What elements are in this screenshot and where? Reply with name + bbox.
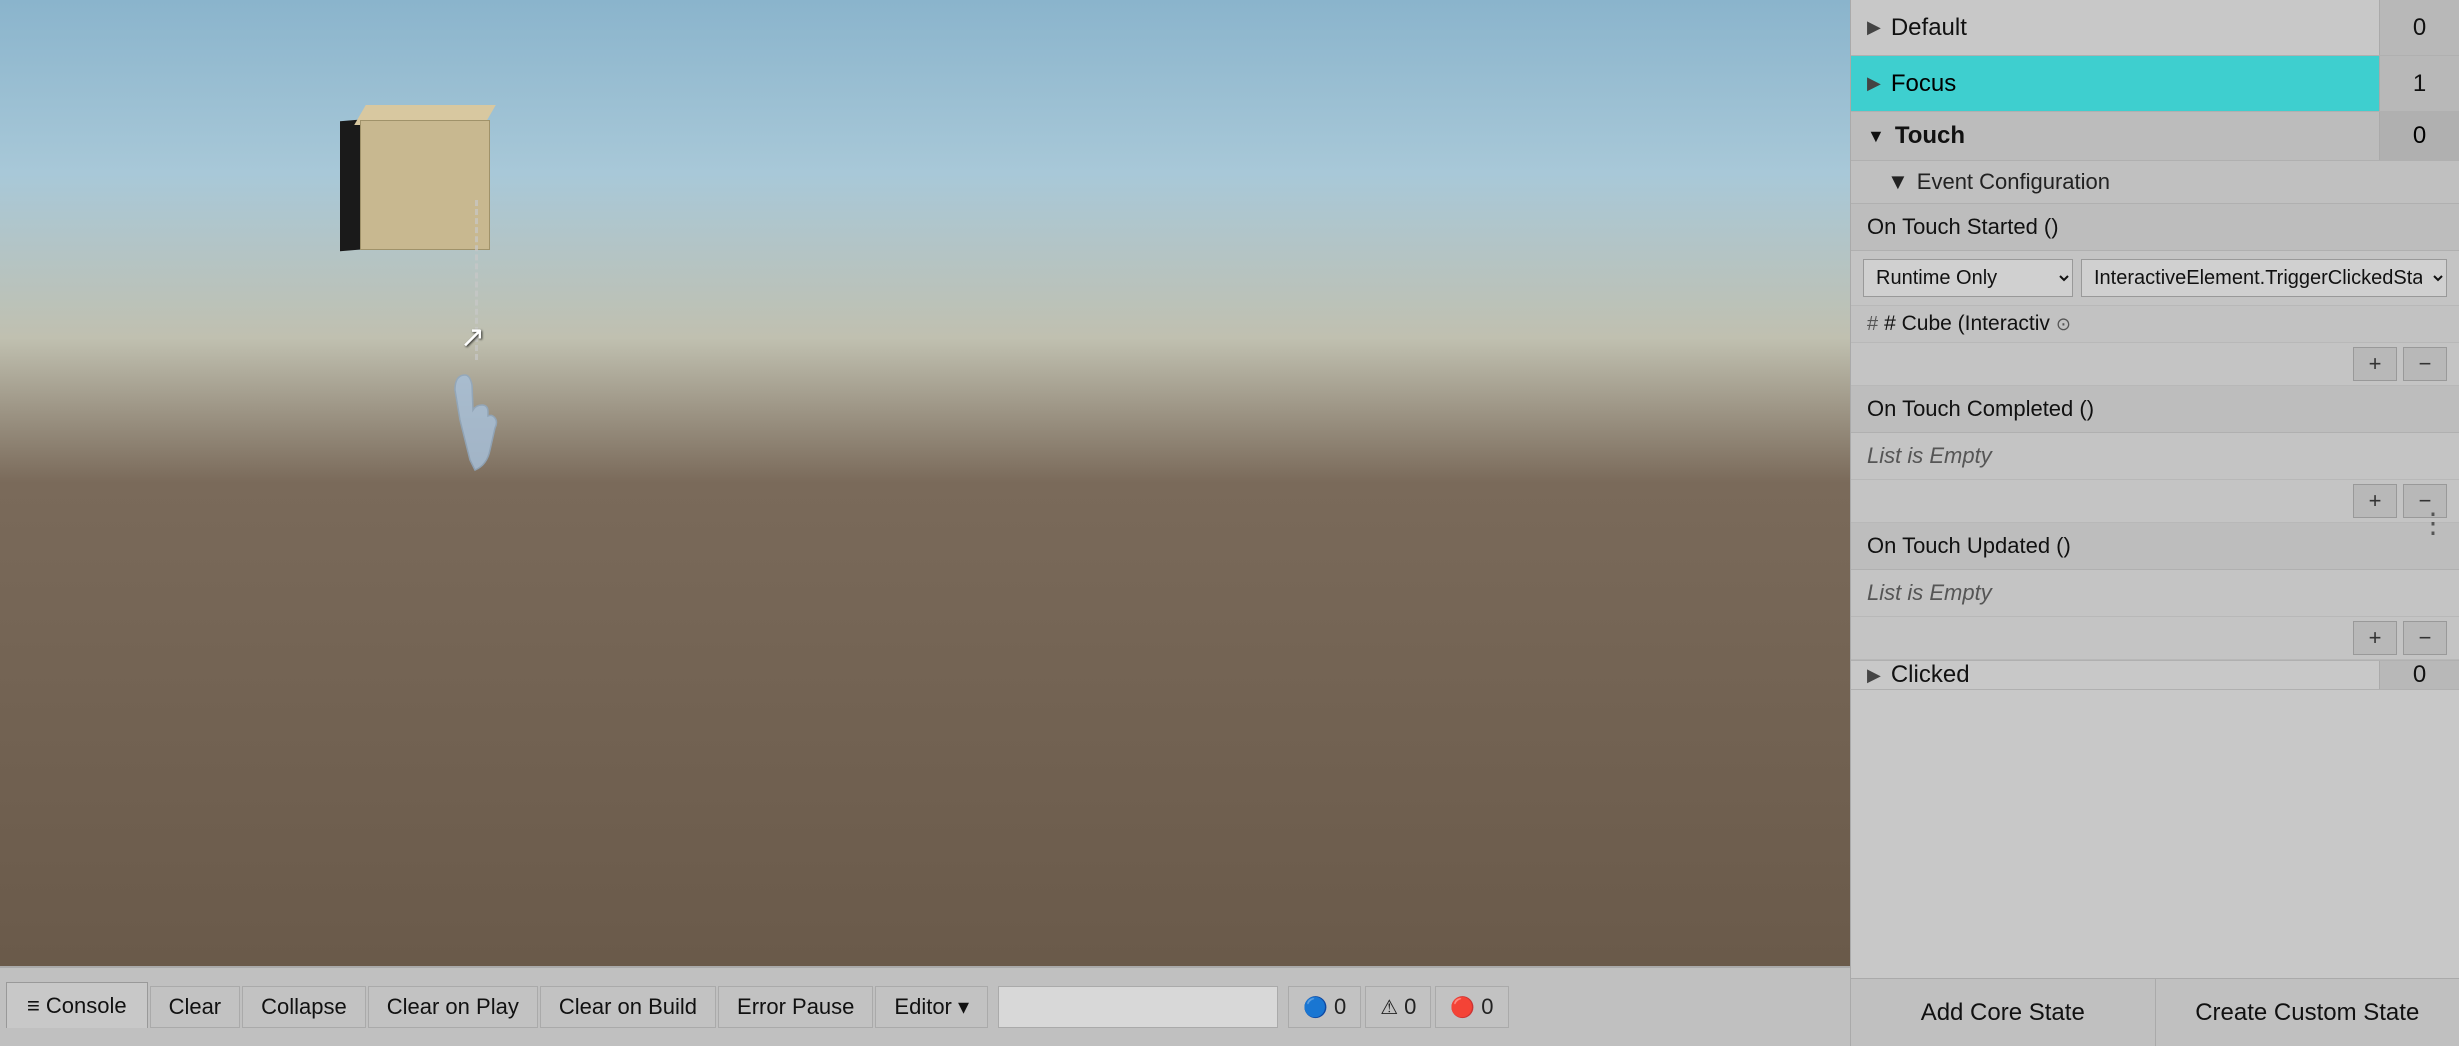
- on-touch-started-block: On Touch Started () Runtime Only Off Edi…: [1851, 204, 2459, 386]
- focus-state-value: 1: [2379, 56, 2459, 111]
- touch-value: 0: [2379, 112, 2459, 160]
- default-state-value: 0: [2379, 0, 2459, 55]
- info-badge[interactable]: 🔵 0: [1288, 986, 1361, 1028]
- clear-on-play-button[interactable]: Clear on Play: [368, 986, 538, 1028]
- console-badges: 🔵 0 ⚠ 0 🔴 0: [1288, 986, 1509, 1028]
- warn-badge[interactable]: ⚠ 0: [1365, 986, 1431, 1028]
- on-touch-updated-block: On Touch Updated () List is Empty + −: [1851, 523, 2459, 660]
- cursor-arrow: ↗: [460, 320, 485, 355]
- object-ref-label: # Cube (Interactiv: [1884, 312, 2050, 336]
- collapse-button[interactable]: Collapse: [242, 986, 366, 1028]
- on-touch-completed-empty: List is Empty: [1851, 433, 2459, 479]
- focus-triangle-icon: ▶: [1867, 73, 1881, 94]
- touch-header-row: ▼ Touch 0: [1851, 112, 2459, 161]
- console-toolbar: ≡ Console Clear Collapse Clear on Play C…: [0, 968, 1850, 1046]
- on-touch-updated-add-remove: + −: [1851, 616, 2459, 659]
- clicked-state-row: ▶ Clicked 0: [1851, 661, 2459, 690]
- touch-section: ▼ Touch 0 ▼ Event Configuration On Touch…: [1851, 112, 2459, 661]
- create-custom-state-label: Create Custom State: [2195, 999, 2419, 1027]
- clicked-state-value: 0: [2379, 661, 2459, 689]
- touch-label: Touch: [1895, 122, 1965, 150]
- default-triangle-icon: ▶: [1867, 17, 1881, 38]
- clicked-triangle-icon: ▶: [1867, 665, 1881, 686]
- runtime-only-select[interactable]: Runtime Only Off Editor and Runtime: [1863, 259, 2073, 297]
- add-core-state-label: Add Core State: [1921, 999, 2085, 1027]
- cube-face-front: [360, 120, 490, 250]
- inspector-content: ▶ Default 0 ▶ Focus 1 ▼ Touch: [1851, 0, 2459, 978]
- add-completed-button[interactable]: +: [2353, 484, 2397, 518]
- add-updated-button[interactable]: +: [2353, 621, 2397, 655]
- focus-state-label: Focus: [1891, 70, 1956, 98]
- console-area: ≡ Console Clear Collapse Clear on Play C…: [0, 966, 1850, 1046]
- event-config-label: Event Configuration: [1917, 169, 2110, 195]
- create-custom-state-button[interactable]: Create Custom State: [2156, 979, 2459, 1046]
- main-area: ↗ ≡ Console Clear Collapse: [0, 0, 2459, 1046]
- add-entry-button[interactable]: +: [2353, 347, 2397, 381]
- console-search-input[interactable]: [998, 986, 1278, 1028]
- function-select[interactable]: InteractiveElement.TriggerClickedState: [2081, 259, 2447, 297]
- editor-dropdown-button[interactable]: Editor ▾: [875, 986, 988, 1028]
- ref-hash-icon: #: [1867, 313, 1878, 336]
- default-state-label: Default: [1891, 14, 1967, 42]
- console-menu-button[interactable]: ⋮: [2419, 507, 2447, 540]
- clear-button[interactable]: Clear: [150, 986, 241, 1028]
- clicked-state-label: Clicked: [1891, 661, 1970, 689]
- error-icon: 🔴: [1450, 995, 1475, 1020]
- bottom-buttons: Add Core State Create Custom State: [1851, 978, 2459, 1046]
- warn-icon: ⚠: [1380, 995, 1398, 1020]
- on-touch-updated-empty: List is Empty: [1851, 570, 2459, 616]
- on-touch-completed-add-remove: + −: [1851, 479, 2459, 522]
- console-tab-icon: ≡: [27, 993, 40, 1019]
- on-touch-started-controls: Runtime Only Off Editor and Runtime Inte…: [1851, 251, 2459, 305]
- focus-state-row: ▶ Focus 1: [1851, 56, 2459, 112]
- on-touch-completed-block: On Touch Completed () List is Empty + −: [1851, 386, 2459, 523]
- console-tab[interactable]: ≡ Console: [6, 982, 148, 1028]
- default-state-expand[interactable]: ▶ Default: [1851, 0, 2379, 55]
- error-count: 0: [1481, 994, 1493, 1020]
- warn-count: 0: [1404, 994, 1416, 1020]
- remove-updated-button[interactable]: −: [2403, 621, 2447, 655]
- on-touch-updated-title: On Touch Updated (): [1851, 523, 2459, 570]
- default-state-row: ▶ Default 0: [1851, 0, 2459, 56]
- error-pause-button[interactable]: Error Pause: [718, 986, 873, 1028]
- focus-state-expand[interactable]: ▶ Focus: [1851, 56, 2379, 111]
- clear-on-build-button[interactable]: Clear on Build: [540, 986, 716, 1028]
- object-reference-row: # # Cube (Interactiv ⊙: [1851, 305, 2459, 342]
- on-touch-started-add-remove: + −: [1851, 342, 2459, 385]
- touch-triangle-down-icon: ▼: [1867, 126, 1885, 147]
- info-count: 0: [1334, 994, 1346, 1020]
- inspector-panel: ▶ Default 0 ▶ Focus 1 ▼ Touch: [1850, 0, 2459, 1046]
- event-config-header[interactable]: ▼ Event Configuration: [1851, 161, 2459, 204]
- scene-canvas: ↗: [0, 0, 1850, 966]
- target-icon: ⊙: [2056, 314, 2071, 335]
- on-touch-started-title: On Touch Started (): [1851, 204, 2459, 251]
- clicked-state-expand[interactable]: ▶ Clicked: [1851, 661, 2379, 689]
- error-badge[interactable]: 🔴 0: [1435, 986, 1508, 1028]
- touch-header-expand[interactable]: ▼ Touch: [1851, 112, 2379, 160]
- info-icon: 🔵: [1303, 995, 1328, 1020]
- on-touch-completed-title: On Touch Completed (): [1851, 386, 2459, 433]
- scene-viewport: ↗ ≡ Console Clear Collapse: [0, 0, 1850, 1046]
- console-tab-label: Console: [46, 993, 127, 1019]
- hand-object: [440, 360, 520, 480]
- remove-entry-button[interactable]: −: [2403, 347, 2447, 381]
- add-core-state-button[interactable]: Add Core State: [1851, 979, 2156, 1046]
- event-config-triangle-icon: ▼: [1887, 169, 1909, 195]
